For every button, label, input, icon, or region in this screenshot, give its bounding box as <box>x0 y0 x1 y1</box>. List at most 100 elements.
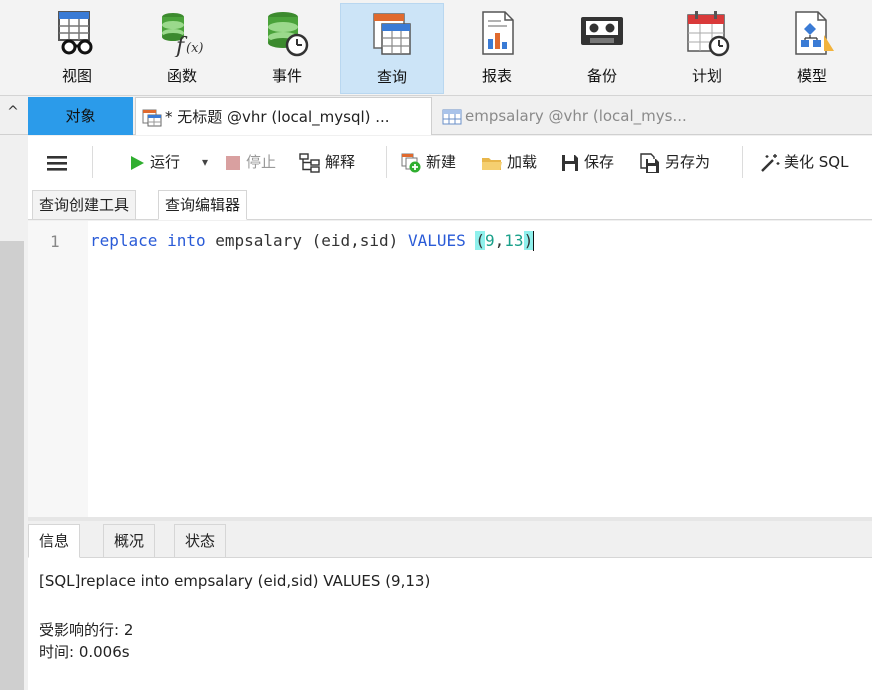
save-as-label: 另存为 <box>665 153 711 171</box>
backup-icon <box>581 17 623 45</box>
tab-query-editor[interactable]: 查询编辑器 <box>158 190 248 220</box>
table-icon <box>442 109 462 124</box>
query-button[interactable]: 查询 <box>340 3 444 94</box>
result-sql-line: [SQL]replace into empsalary (eid,sid) VA… <box>39 572 431 590</box>
identifier-token: (eid,sid) <box>311 231 399 250</box>
save-as-button[interactable]: 另存为 <box>639 150 710 174</box>
main-toolbar: 视图 f (x) 函数 事件 查询 报表 备份 计划 模型 <box>0 0 872 96</box>
event-icon <box>268 12 309 57</box>
bracket-match: ( <box>475 231 486 250</box>
result-tabs: 信息 概况 状态 <box>28 521 872 558</box>
schedule-label: 计划 <box>691 67 722 85</box>
function-button[interactable]: f (x) 函数 <box>130 3 234 94</box>
tab-status-label: 状态 <box>185 532 216 550</box>
keyword-token: into <box>167 231 206 250</box>
keyword-token: replace <box>90 231 158 250</box>
play-icon <box>131 155 144 170</box>
hamburger-icon <box>47 155 67 171</box>
load-button[interactable]: 加载 <box>481 150 537 174</box>
line-number-gutter: 1 <box>28 221 88 517</box>
tab-info[interactable]: 信息 <box>28 524 81 558</box>
backup-label: 备份 <box>586 67 617 85</box>
tab-empsalary-label: empsalary @vhr (local_mys... <box>465 107 687 125</box>
result-gap <box>39 592 872 619</box>
tab-overview[interactable]: 概况 <box>103 524 156 558</box>
tab-status[interactable]: 状态 <box>174 524 227 558</box>
query-mode-tabs: 查询创建工具 查询编辑器 <box>28 188 872 220</box>
run-button[interactable]: 运行 <box>128 150 180 174</box>
query-toolbar: 运行 ▾ 停止 解释 新建 加载 保存 另存为 美化 SQL <box>28 136 872 188</box>
view-button[interactable]: 视图 <box>25 3 129 94</box>
model-label: 模型 <box>796 67 827 85</box>
tab-untitled-query[interactable]: * 无标题 @vhr (local_mysql) ... <box>135 97 432 135</box>
stop-icon <box>226 155 240 170</box>
tab-objects-label: 对象 <box>65 107 96 125</box>
tab-untitled-label: * 无标题 @vhr (local_mysql) ... <box>165 108 390 126</box>
execution-time: 时间: 0.006s <box>39 643 130 661</box>
query-label: 查询 <box>376 68 407 86</box>
punctuation-token: , <box>494 231 505 250</box>
report-label: 报表 <box>481 67 512 85</box>
chevron-down-icon: ▾ <box>202 155 209 169</box>
left-sidebar-strip <box>0 136 28 690</box>
document-tab-bar: ^ 对象 * 无标题 @vhr (local_mysql) ... empsal… <box>0 97 872 135</box>
folder-icon <box>482 157 502 170</box>
run-dropdown[interactable]: ▾ <box>202 150 208 174</box>
save-as-icon <box>640 152 659 173</box>
schedule-icon <box>687 11 730 57</box>
menu-button[interactable] <box>46 150 72 174</box>
keyword-token: VALUES <box>407 231 466 250</box>
number-token: 13 <box>504 231 524 250</box>
stop-button[interactable]: 停止 <box>224 150 276 174</box>
tab-query-editor-label: 查询编辑器 <box>165 196 241 214</box>
model-button[interactable]: 模型 <box>760 3 864 94</box>
explain-button[interactable]: 解释 <box>299 150 355 174</box>
schedule-button[interactable]: 计划 <box>655 3 759 94</box>
tab-objects[interactable]: 对象 <box>28 97 133 135</box>
number-token: 9 <box>485 231 495 250</box>
function-label: 函数 <box>166 67 197 85</box>
toolbar-separator <box>386 146 387 178</box>
new-label: 新建 <box>426 153 457 171</box>
report-button[interactable]: 报表 <box>445 3 549 94</box>
backup-button[interactable]: 备份 <box>550 3 654 94</box>
beautify-sql-button[interactable]: 美化 SQL <box>758 150 848 174</box>
text-caret <box>533 231 535 251</box>
query-icon <box>373 13 411 55</box>
report-icon <box>482 11 514 55</box>
event-button[interactable]: 事件 <box>235 3 339 94</box>
tab-query-builder[interactable]: 查询创建工具 <box>32 190 137 220</box>
new-button[interactable]: 新建 <box>400 150 456 174</box>
tab-overview-label: 概况 <box>114 532 145 550</box>
collapse-icon[interactable]: ^ <box>4 103 22 121</box>
query-tab-icon <box>142 109 162 126</box>
sql-editor[interactable]: 1 replace into empsalary (eid,sid) VALUE… <box>28 221 872 517</box>
code-line[interactable]: replace into empsalary (eid,sid) VALUES … <box>90 231 535 251</box>
tab-info-label: 信息 <box>39 532 70 550</box>
model-icon <box>795 11 834 55</box>
tab-query-builder-label: 查询创建工具 <box>39 196 130 214</box>
beautify-sql-label: 美化 SQL <box>784 153 849 171</box>
save-label: 保存 <box>584 153 615 171</box>
explain-icon <box>299 152 320 173</box>
explain-label: 解释 <box>325 153 356 171</box>
magic-wand-icon <box>761 153 780 172</box>
run-label: 运行 <box>150 153 181 171</box>
toolbar-separator <box>92 146 93 178</box>
left-panel-edge <box>0 241 24 690</box>
new-query-icon <box>401 153 421 172</box>
load-label: 加载 <box>507 153 538 171</box>
function-icon: f (x) <box>162 13 203 57</box>
view-icon <box>58 11 93 55</box>
line-number: 1 <box>50 232 60 251</box>
view-label: 视图 <box>61 67 92 85</box>
tab-empsalary[interactable]: empsalary @vhr (local_mys... <box>434 97 734 135</box>
event-label: 事件 <box>271 67 302 85</box>
svg-text:(x): (x) <box>186 41 203 56</box>
save-icon <box>562 154 578 171</box>
stop-label: 停止 <box>246 153 277 171</box>
save-button[interactable]: 保存 <box>560 150 614 174</box>
identifier-token: empsalary <box>215 231 302 250</box>
result-message-panel: [SQL]replace into empsalary (eid,sid) VA… <box>28 558 872 690</box>
toolbar-separator <box>742 146 743 178</box>
